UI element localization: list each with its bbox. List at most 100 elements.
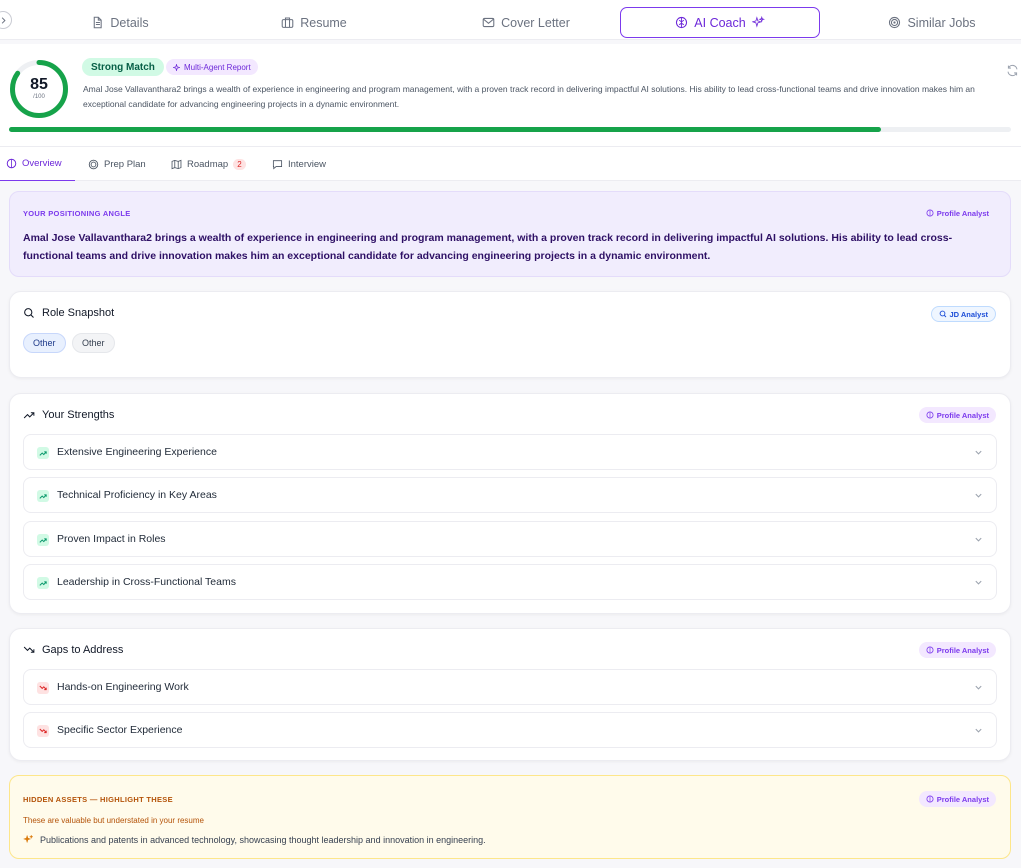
tab-label: Resume bbox=[300, 15, 347, 30]
top-tab-bar: Details Resume Cover Letter AI Coach Sim… bbox=[0, 0, 1021, 40]
report-label: Multi-Agent Report bbox=[184, 62, 251, 72]
strength-label: Technical Proficiency in Key Areas bbox=[57, 489, 217, 501]
strength-label: Leadership in Cross-Functional Teams bbox=[57, 576, 236, 588]
collapse-sidebar-button[interactable] bbox=[0, 11, 12, 29]
subtab-label: Roadmap bbox=[187, 158, 229, 170]
subtab-roadmap[interactable]: Roadmap 2 bbox=[165, 147, 252, 181]
match-progress-fill bbox=[9, 127, 881, 132]
hidden-assets-card: HIDDEN ASSETS — HIGHLIGHT THESE Profile … bbox=[9, 775, 1011, 859]
agent-badge: Profile Analyst bbox=[918, 407, 996, 423]
document-icon bbox=[94, 16, 103, 29]
brain-icon bbox=[926, 411, 934, 419]
brain-icon bbox=[926, 795, 934, 803]
hidden-assets-subtitle: These are valuable but understated in yo… bbox=[23, 816, 204, 825]
agent-label: Profile Analyst bbox=[936, 794, 989, 804]
briefcase-icon bbox=[281, 17, 294, 28]
search-icon bbox=[939, 310, 946, 318]
subtab-prep-plan[interactable]: Prep Plan bbox=[82, 147, 152, 181]
strength-label: Proven Impact in Roles bbox=[57, 533, 166, 545]
agent-label: Profile Analyst bbox=[936, 410, 989, 420]
agent-badge: JD Analyst bbox=[930, 306, 996, 322]
coach-sub-tabs: Overview Prep Plan Roadmap 2 Interview bbox=[0, 146, 1021, 181]
brain-icon bbox=[676, 16, 688, 29]
sparkles-icon bbox=[751, 16, 765, 28]
trending-up-icon bbox=[37, 534, 49, 546]
card-title-text: Gaps to Address bbox=[42, 644, 124, 656]
agent-badge: Profile Analyst bbox=[918, 642, 996, 658]
hidden-asset-text: Publications and patents in advanced tec… bbox=[40, 834, 486, 845]
strength-label: Extensive Engineering Experience bbox=[57, 446, 217, 458]
trending-up-icon bbox=[23, 412, 35, 419]
chevron-down-icon[interactable] bbox=[974, 448, 983, 457]
tab-label: AI Coach bbox=[694, 15, 746, 30]
gaps-card: Gaps to Address Profile Analyst Hands-on… bbox=[9, 628, 1011, 761]
trending-up-icon bbox=[37, 490, 49, 502]
strength-item[interactable]: Extensive Engineering Experience bbox=[23, 434, 997, 470]
strengths-title: Your Strengths bbox=[23, 409, 114, 421]
positioning-text: Amal Jose Vallavanthara2 brings a wealth… bbox=[23, 232, 953, 262]
chat-icon bbox=[272, 159, 283, 170]
roadmap-count-badge: 2 bbox=[233, 158, 246, 170]
target-icon bbox=[889, 16, 901, 29]
search-icon bbox=[24, 308, 34, 318]
hidden-asset-item: Publications and patents in advanced tec… bbox=[23, 834, 486, 845]
strength-item[interactable]: Technical Proficiency in Key Areas bbox=[23, 477, 997, 513]
card-title-text: Role Snapshot bbox=[42, 307, 115, 319]
trending-up-icon bbox=[37, 577, 49, 589]
sparkles-icon bbox=[23, 834, 34, 844]
map-icon bbox=[171, 159, 182, 169]
agent-badge: Profile Analyst bbox=[918, 791, 996, 807]
score-denominator: /100 bbox=[33, 94, 45, 100]
subtab-label: Prep Plan bbox=[104, 158, 146, 170]
chevron-down-icon[interactable] bbox=[974, 683, 983, 692]
gap-item[interactable]: Specific Sector Experience bbox=[23, 712, 997, 748]
strength-item[interactable]: Proven Impact in Roles bbox=[23, 521, 997, 557]
target-icon bbox=[88, 159, 99, 169]
gap-label: Specific Sector Experience bbox=[57, 724, 183, 736]
card-title-text: Your Strengths bbox=[42, 409, 115, 421]
match-progress-bar bbox=[9, 127, 1011, 132]
subtab-label: Interview bbox=[288, 158, 327, 170]
agent-badge: Profile Analyst bbox=[919, 205, 996, 221]
gaps-title: Gaps to Address bbox=[23, 644, 123, 656]
tab-cover-letter[interactable]: Cover Letter bbox=[456, 7, 596, 38]
trending-down-icon bbox=[37, 725, 49, 737]
multi-agent-report-badge: Multi-Agent Report bbox=[166, 59, 258, 75]
chevron-down-icon[interactable] bbox=[974, 578, 983, 587]
refresh-icon[interactable] bbox=[1006, 64, 1019, 77]
role-tag: Other bbox=[72, 333, 115, 353]
gap-label: Hands-on Engineering Work bbox=[57, 681, 189, 693]
trending-down-icon bbox=[37, 682, 49, 694]
chevron-right-icon bbox=[1, 16, 6, 24]
tab-label: Details bbox=[110, 15, 149, 30]
subtab-overview[interactable]: Overview bbox=[0, 147, 75, 181]
mail-icon bbox=[482, 17, 495, 28]
tab-details[interactable]: Details bbox=[70, 7, 170, 38]
chevron-down-icon[interactable] bbox=[974, 726, 983, 735]
agent-label: Profile Analyst bbox=[936, 208, 989, 218]
score-summary: Amal Jose Vallavanthara2 brings a wealth… bbox=[83, 84, 975, 109]
tab-resume[interactable]: Resume bbox=[264, 7, 364, 38]
role-snapshot-card: Role Snapshot JD Analyst Other Other bbox=[9, 291, 1011, 378]
brain-icon bbox=[926, 209, 934, 217]
positioning-title: YOUR POSITIONING ANGLE bbox=[23, 209, 131, 218]
chevron-down-icon[interactable] bbox=[974, 535, 983, 544]
gap-item[interactable]: Hands-on Engineering Work bbox=[23, 669, 997, 705]
strong-match-badge: Strong Match bbox=[82, 58, 164, 76]
tab-label: Similar Jobs bbox=[907, 15, 976, 30]
chevron-down-icon[interactable] bbox=[974, 491, 983, 500]
sparkle-icon bbox=[173, 63, 180, 71]
subtab-interview[interactable]: Interview bbox=[266, 147, 332, 181]
tab-ai-coach[interactable]: AI Coach bbox=[620, 7, 820, 38]
score-value: 85 bbox=[30, 76, 48, 93]
agent-label: Profile Analyst bbox=[936, 645, 989, 655]
brain-icon bbox=[6, 158, 17, 169]
hidden-assets-title: HIDDEN ASSETS — HIGHLIGHT THESE bbox=[23, 795, 173, 804]
trending-down-icon bbox=[23, 646, 35, 653]
trending-up-icon bbox=[37, 447, 49, 459]
brain-icon bbox=[926, 646, 934, 654]
tab-label: Cover Letter bbox=[501, 15, 570, 30]
tab-similar-jobs[interactable]: Similar Jobs bbox=[874, 7, 990, 38]
strengths-card: Your Strengths Profile Analyst Extensive… bbox=[9, 393, 1011, 614]
strength-item[interactable]: Leadership in Cross-Functional Teams bbox=[23, 564, 997, 600]
